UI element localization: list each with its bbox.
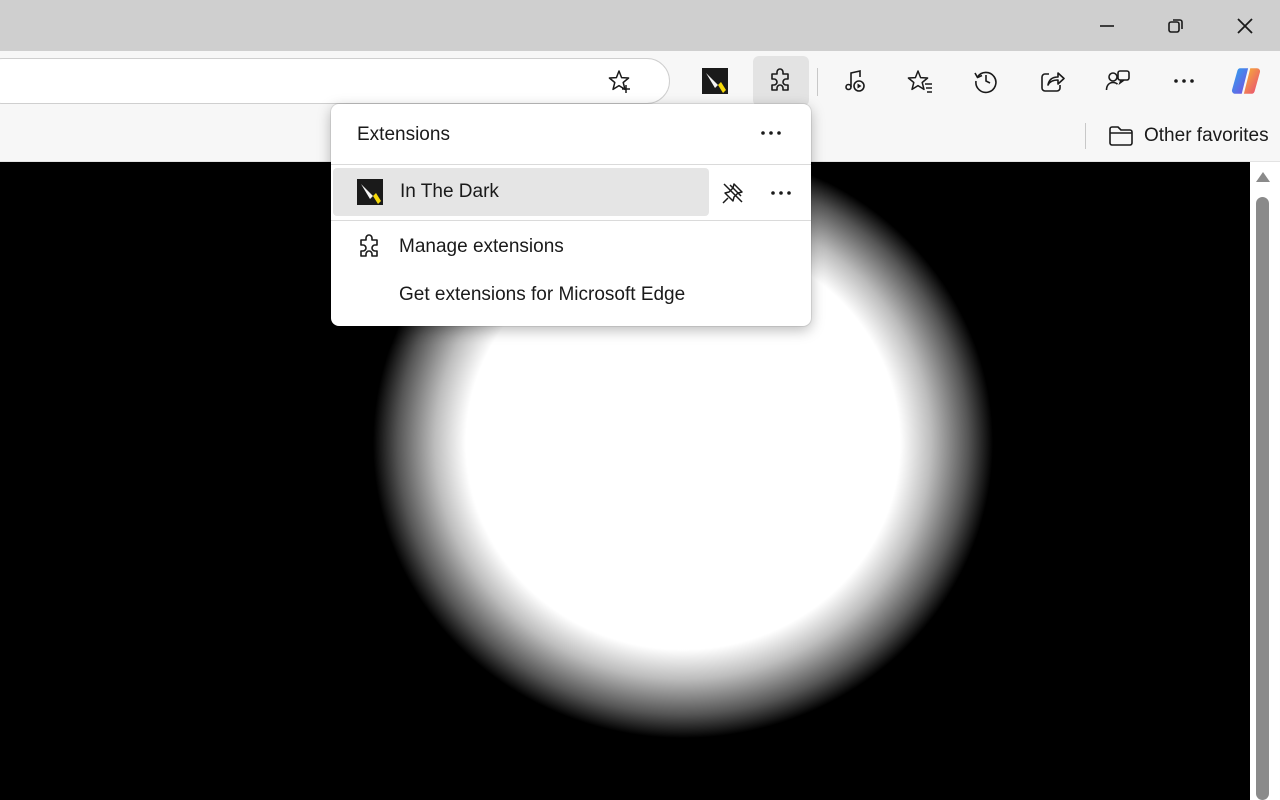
vertical-scrollbar[interactable] bbox=[1250, 162, 1280, 800]
other-favorites-button[interactable]: Other favorites bbox=[1100, 119, 1277, 153]
close-button[interactable] bbox=[1211, 0, 1279, 51]
feedback-icon bbox=[1105, 70, 1130, 91]
popup-divider bbox=[331, 220, 811, 221]
extension-more-actions-button[interactable] bbox=[761, 175, 801, 211]
puzzle-icon bbox=[360, 234, 378, 257]
settings-more-button[interactable] bbox=[1156, 56, 1212, 106]
extensions-popup: Extensions In The Dark Manage extensions bbox=[331, 104, 811, 326]
address-bar[interactable] bbox=[0, 58, 670, 104]
add-favorite-button[interactable] bbox=[595, 56, 643, 106]
unpin-icon bbox=[722, 183, 743, 204]
toolbar-separator bbox=[817, 68, 818, 96]
extensions-button[interactable] bbox=[753, 56, 809, 106]
favorites-button[interactable] bbox=[892, 56, 948, 106]
share-icon bbox=[1041, 72, 1065, 92]
scrollbar-thumb[interactable] bbox=[1256, 197, 1269, 800]
extension-name: In The Dark bbox=[400, 181, 499, 202]
get-extensions-label: Get extensions for Microsoft Edge bbox=[399, 284, 686, 305]
manage-extensions-label: Manage extensions bbox=[399, 236, 564, 257]
in-the-dark-toolbar-button[interactable] bbox=[687, 56, 743, 106]
share-button[interactable] bbox=[1024, 56, 1080, 106]
flashlight-icon bbox=[357, 179, 383, 205]
favorites-icon bbox=[907, 70, 932, 93]
history-icon bbox=[974, 71, 997, 94]
manage-extensions-item[interactable]: Manage extensions bbox=[331, 224, 811, 270]
copilot-button[interactable] bbox=[1218, 56, 1274, 106]
media-button[interactable] bbox=[826, 56, 882, 106]
restore-icon bbox=[1168, 18, 1183, 33]
title-bar bbox=[0, 0, 1280, 51]
unpin-extension-button[interactable] bbox=[713, 175, 753, 211]
history-button[interactable] bbox=[958, 56, 1014, 106]
get-extensions-item[interactable]: Get extensions for Microsoft Edge bbox=[331, 272, 811, 318]
media-icon bbox=[845, 70, 865, 92]
puzzle-icon bbox=[771, 68, 789, 91]
more-icon bbox=[761, 131, 781, 135]
restore-button[interactable] bbox=[1142, 0, 1210, 51]
browser-toolbar bbox=[0, 51, 1280, 111]
popup-divider bbox=[331, 164, 811, 165]
favorites-separator bbox=[1085, 123, 1086, 149]
extensions-popup-more-button[interactable] bbox=[751, 116, 791, 150]
more-icon bbox=[1174, 79, 1194, 83]
scroll-up-arrow-icon[interactable] bbox=[1256, 172, 1270, 182]
star-add-icon bbox=[608, 70, 630, 93]
extensions-popup-title: Extensions bbox=[357, 124, 450, 145]
close-icon bbox=[1237, 17, 1253, 34]
folder-icon bbox=[1109, 126, 1133, 146]
extension-item-in-the-dark[interactable]: In The Dark bbox=[333, 168, 709, 216]
more-icon bbox=[771, 191, 791, 195]
minimize-button[interactable] bbox=[1073, 0, 1141, 51]
minimize-icon bbox=[1100, 24, 1114, 27]
other-favorites-label: Other favorites bbox=[1144, 125, 1269, 146]
copilot-icon bbox=[1231, 68, 1261, 94]
flashlight-icon bbox=[702, 68, 728, 94]
feedback-button[interactable] bbox=[1090, 56, 1146, 106]
